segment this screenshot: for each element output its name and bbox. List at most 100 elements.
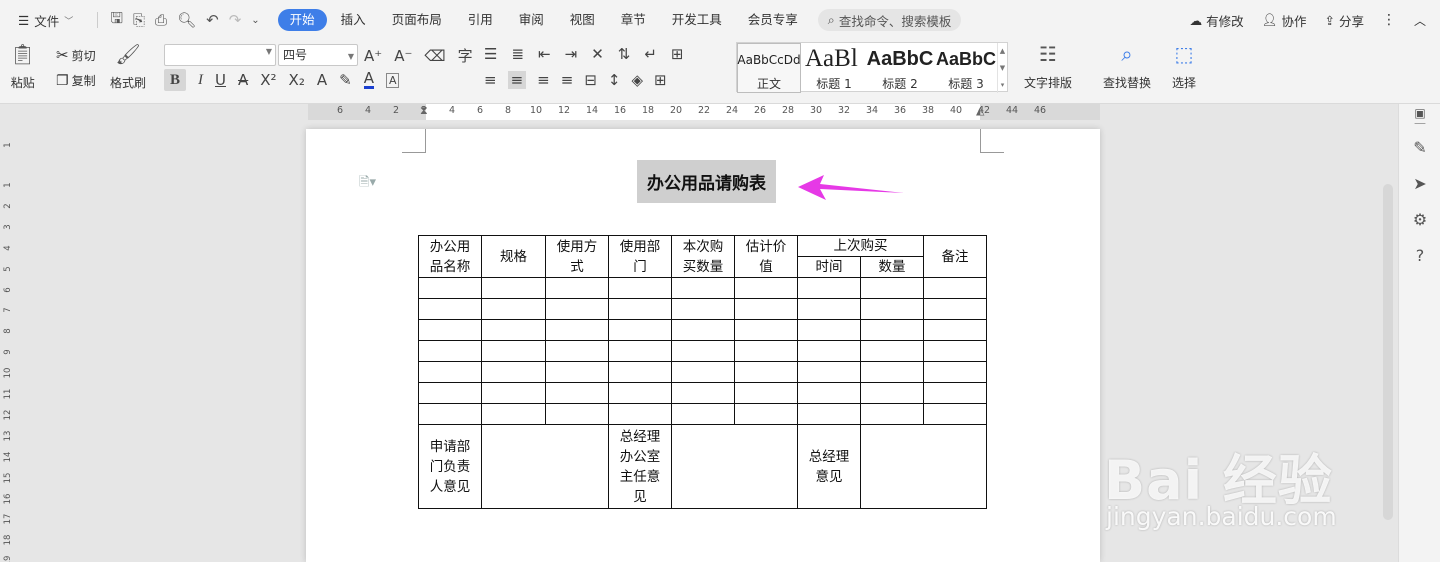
table-cell[interactable] <box>545 340 609 362</box>
grow-font-icon[interactable]: A⁺ <box>364 47 382 65</box>
footer-dept-head-input[interactable] <box>481 424 609 509</box>
tab-home[interactable]: 开始 <box>277 9 327 31</box>
tab-review[interactable]: 审阅 <box>507 9 556 31</box>
numbered-list-icon[interactable]: ≣ <box>511 45 524 63</box>
text-effect-icon[interactable]: A <box>317 71 327 89</box>
table-cell[interactable] <box>671 298 735 320</box>
table-cell[interactable] <box>860 340 924 362</box>
table-cell[interactable] <box>418 382 482 404</box>
table-cell[interactable] <box>481 403 546 425</box>
command-search-input[interactable]: ⌕ 查找命令、搜索模板 <box>817 9 962 31</box>
tab-references[interactable]: 引用 <box>456 9 505 31</box>
table-cell[interactable] <box>608 277 672 299</box>
header-last-quantity[interactable]: 数量 <box>860 256 924 278</box>
header-quantity[interactable]: 本次购买数量 <box>671 235 735 278</box>
tab-chapter[interactable]: 章节 <box>609 9 658 31</box>
phonetic-guide-icon[interactable]: 字 <box>458 45 473 66</box>
footer-gm-opinion[interactable]: 总经理意见 <box>797 424 861 509</box>
customize-dropdown-icon[interactable]: ⌄ <box>251 15 259 26</box>
has-changes-button[interactable]: ☁ 有修改 <box>1190 11 1244 30</box>
cut-button[interactable]: ✂ 剪切 <box>56 46 96 64</box>
table-cell[interactable] <box>671 319 735 341</box>
table-cell[interactable] <box>418 277 482 299</box>
table-cell[interactable] <box>545 277 609 299</box>
cursor-icon[interactable]: ➤ <box>1410 174 1430 193</box>
document-page[interactable]: 🗎▾ 办公用品请购表 办公用品名称 规格 使用方式 使用部门 本次购买数量 估计… <box>306 129 1100 562</box>
table-cell[interactable] <box>734 403 798 425</box>
increase-indent-icon[interactable]: ⇥ <box>565 45 578 63</box>
collaborate-button[interactable]: 👤︎ 协作 <box>1262 11 1307 30</box>
strikethrough-icon[interactable]: A <box>238 71 248 89</box>
table-cell[interactable] <box>734 277 798 299</box>
export-pdf-icon[interactable]: ⎘ <box>133 11 145 29</box>
sliders-icon[interactable]: ⚙ <box>1410 210 1430 229</box>
justify-icon[interactable]: ≡ <box>561 71 574 89</box>
style-heading-1[interactable]: AaBl 标题 1 <box>803 43 865 93</box>
subscript-icon[interactable]: X₂ <box>289 71 305 89</box>
font-name-select[interactable]: ▼ <box>164 44 276 66</box>
table-cell[interactable] <box>923 319 987 341</box>
align-right-icon[interactable]: ≡ <box>537 71 550 89</box>
table-cell[interactable] <box>608 361 672 383</box>
table-cell[interactable] <box>860 403 924 425</box>
header-item-name[interactable]: 办公用品名称 <box>418 235 482 278</box>
select-button[interactable]: ⬚ 选择 <box>1172 42 1196 91</box>
table-cell[interactable] <box>418 403 482 425</box>
font-size-select[interactable]: 四号 ▼ <box>278 44 358 66</box>
table-cell[interactable] <box>923 361 987 383</box>
table-cell[interactable] <box>481 298 546 320</box>
italic-icon[interactable]: I <box>198 72 203 89</box>
table-cell[interactable] <box>860 277 924 299</box>
table-cell[interactable] <box>797 340 861 362</box>
table-cell[interactable] <box>923 403 987 425</box>
table-cell[interactable] <box>418 319 482 341</box>
table-cell[interactable] <box>545 298 609 320</box>
table-cell[interactable] <box>608 319 672 341</box>
table-cell[interactable] <box>734 319 798 341</box>
horizontal-ruler[interactable]: 6 4 2 2 4 6 8 10 12 14 16 18 20 22 24 26 28 30 32 34 36 38 40 4… <box>308 104 1100 120</box>
align-center-icon[interactable]: ≡ <box>507 71 527 89</box>
find-replace-button[interactable]: ⌕ 查找替换 <box>1103 42 1151 91</box>
table-cell[interactable] <box>481 361 546 383</box>
table-cell[interactable] <box>481 382 546 404</box>
header-spec[interactable]: 规格 <box>481 235 546 278</box>
align-left-icon[interactable]: ≡ <box>484 71 497 89</box>
styles-scroll[interactable]: ▲ ▼ ▾ <box>997 43 1007 93</box>
table-cell[interactable] <box>481 277 546 299</box>
table-cell[interactable] <box>545 319 609 341</box>
text-layout-button[interactable]: ☷ 文字排版 <box>1024 42 1072 91</box>
table-cell[interactable] <box>734 298 798 320</box>
table-cell[interactable] <box>734 340 798 362</box>
table-cell[interactable] <box>608 382 672 404</box>
font-color-icon[interactable]: A <box>363 71 374 89</box>
table-cell[interactable] <box>797 277 861 299</box>
table-cell[interactable] <box>860 298 924 320</box>
table-cell[interactable] <box>481 340 546 362</box>
table-cell[interactable] <box>545 382 609 404</box>
table-cell[interactable] <box>923 340 987 362</box>
underline-icon[interactable]: U <box>215 71 226 89</box>
file-menu[interactable]: ☰ 文件 ﹀ <box>12 7 79 34</box>
table-cell[interactable] <box>797 382 861 404</box>
table-cell[interactable] <box>418 298 482 320</box>
style-normal[interactable]: AaBbCcDd 正文 <box>737 43 801 93</box>
header-last-purchase[interactable]: 上次购买 <box>797 235 924 257</box>
table-cell[interactable] <box>860 319 924 341</box>
print-preview-icon[interactable]: 🔍︎ <box>177 11 196 29</box>
footer-office-director-opinion[interactable]: 总经理办公室主任意见 <box>608 424 672 509</box>
table-cell[interactable] <box>608 403 672 425</box>
shrink-font-icon[interactable]: A⁻ <box>394 47 412 65</box>
vertical-ruler[interactable]: 1 1 2 3 4 5 6 7 8 9 10 11 12 13 14 15 16 17 18 19 <box>0 104 16 562</box>
table-cell[interactable] <box>481 319 546 341</box>
pen-icon[interactable]: ✎ <box>1410 138 1430 157</box>
highlight-icon[interactable]: ✎ <box>339 71 352 89</box>
help-icon[interactable]: ? <box>1410 246 1430 265</box>
table-cell[interactable] <box>418 340 482 362</box>
footer-gm-input[interactable] <box>860 424 987 509</box>
decrease-indent-icon[interactable]: ⇤ <box>538 45 551 63</box>
footer-office-director-input[interactable] <box>671 424 798 509</box>
table-cell[interactable] <box>923 382 987 404</box>
tab-insert[interactable]: 插入 <box>329 9 378 31</box>
distribute-icon[interactable]: ⊟ <box>584 71 597 89</box>
more-icon[interactable]: ⋮ <box>1382 12 1396 28</box>
